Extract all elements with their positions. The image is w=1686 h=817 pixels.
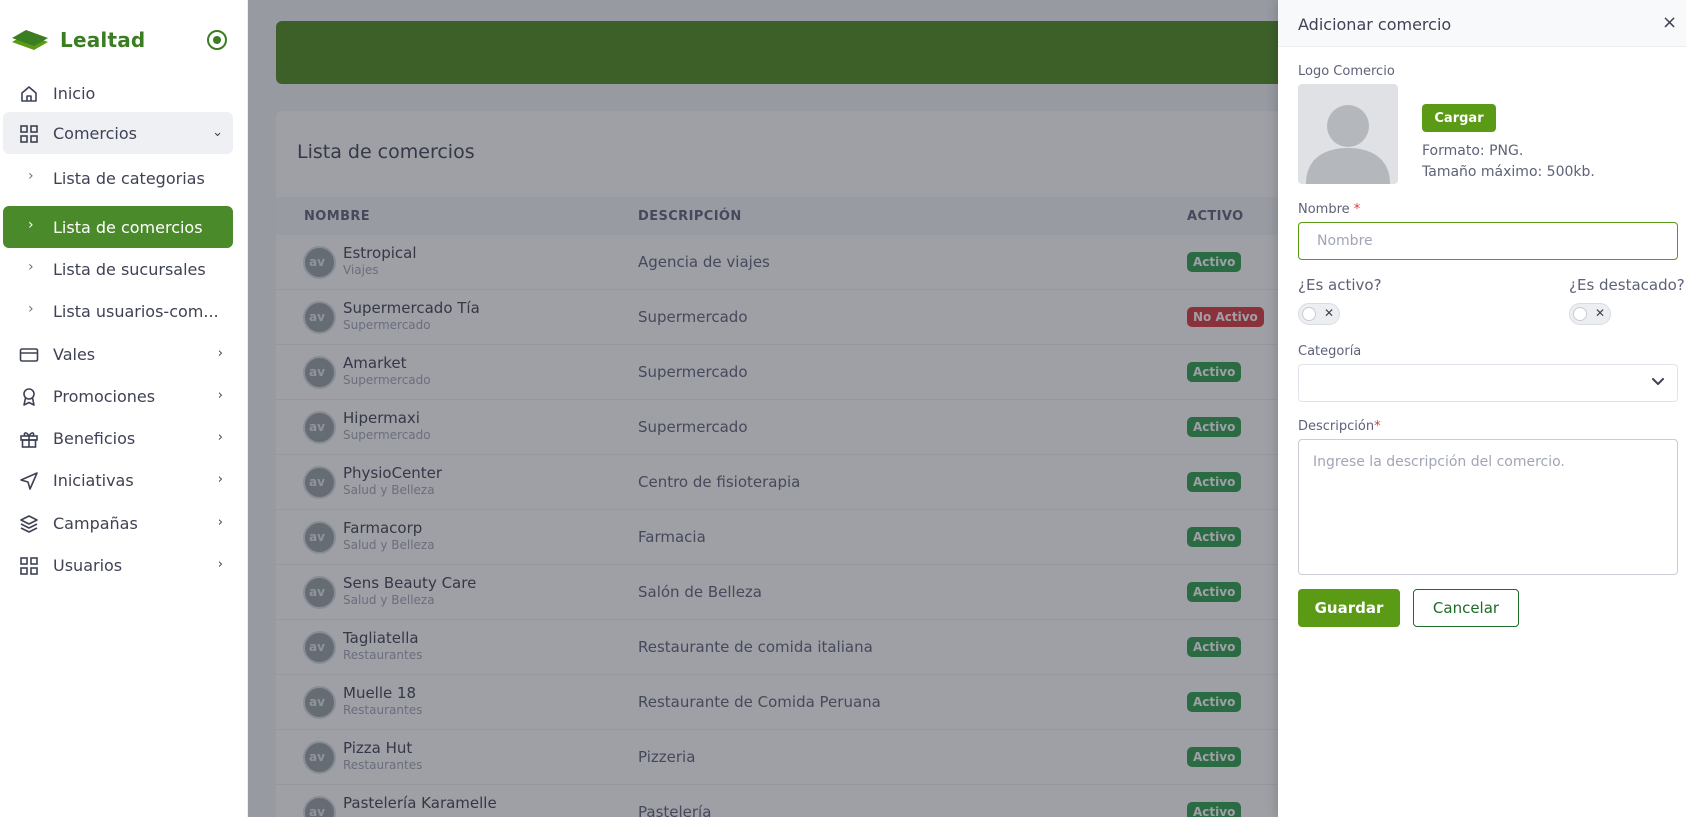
featured-label: ¿Es destacado? [1569, 276, 1685, 294]
sidebar-item-vales[interactable]: Vales › [3, 333, 233, 375]
sidebar-item-promociones[interactable]: Promociones › [3, 375, 233, 417]
chevron-down-icon [1652, 378, 1664, 385]
brand-name: Lealtad [60, 28, 146, 52]
cancel-button[interactable]: Cancelar [1413, 589, 1519, 627]
avatar-placeholder-icon [1306, 105, 1390, 184]
size-hint: Tamaño máximo: 500kb. [1422, 164, 1595, 180]
featured-toggle[interactable]: ✕ [1569, 303, 1611, 325]
drawer-header: Adicionar comercio × [1278, 0, 1686, 47]
sidebar-item-label: Promociones [53, 387, 156, 406]
description-label-text: Descripción [1298, 419, 1375, 434]
gift-icon [20, 432, 38, 448]
chevron-right-icon: › [28, 217, 34, 233]
toggle-knob [1573, 307, 1587, 321]
close-icon: ✕ [1595, 306, 1606, 320]
sidebar-subitem-categorias[interactable]: › Lista de categorias [3, 157, 233, 199]
add-commerce-drawer: Adicionar comercio × Logo Comercio Carga… [1278, 0, 1686, 817]
name-label: Nombre * [1298, 202, 1360, 217]
sidebar-item-label: Beneficios [53, 429, 136, 448]
sidebar-item-inicio[interactable]: Inicio [3, 72, 233, 114]
close-icon: ✕ [1324, 306, 1335, 320]
grid-icon [20, 557, 38, 575]
drawer-title: Adicionar comercio [1298, 15, 1452, 34]
sidebar-item-beneficios[interactable]: Beneficios › [3, 417, 233, 459]
sidebar-item-label: Comercios [53, 124, 137, 143]
sidebar: Lealtad Inicio Comercios ⌄ › Lista de ca… [0, 0, 248, 817]
upload-logo-button[interactable]: Cargar [1422, 104, 1496, 132]
category-select[interactable] [1298, 364, 1678, 402]
close-icon[interactable]: × [1662, 14, 1677, 32]
sidebar-toggle-icon[interactable] [207, 30, 227, 50]
chevron-right-icon: › [28, 259, 34, 275]
sidebar-item-label: Iniciativas [53, 471, 134, 490]
logo-preview [1298, 84, 1398, 184]
chevron-right-icon: › [217, 515, 223, 530]
sidebar-item-iniciativas[interactable]: Iniciativas › [3, 459, 233, 501]
award-icon [23, 388, 35, 406]
sidebar-subitem-sucursales[interactable]: › Lista de sucursales [3, 248, 233, 290]
chevron-right-icon: › [28, 301, 34, 317]
sidebar-item-label: Usuarios [53, 556, 123, 575]
toggle-knob [1302, 307, 1316, 321]
chevron-right-icon: › [217, 472, 223, 487]
chevron-right-icon: › [28, 168, 34, 184]
grid-icon [20, 125, 38, 143]
layers-icon [20, 515, 38, 533]
sidebar-subitem-usuarios-comercio[interactable]: › Lista usuarios-com... [3, 290, 233, 332]
sidebar-item-label: Vales [53, 345, 96, 364]
sidebar-item-label: Campañas [53, 514, 138, 533]
category-label: Categoría [1298, 344, 1362, 359]
sidebar-item-campanas[interactable]: Campañas › [3, 502, 233, 544]
sidebar-item-usuarios[interactable]: Usuarios › [3, 544, 233, 586]
save-button[interactable]: Guardar [1298, 589, 1400, 627]
sidebar-subitem-label: Lista usuarios-com... [53, 302, 219, 321]
home-icon [21, 86, 37, 102]
required-mark: * [1353, 202, 1361, 217]
chevron-down-icon: ⌄ [212, 125, 223, 140]
name-label-text: Nombre [1298, 202, 1350, 217]
active-toggle[interactable]: ✕ [1298, 303, 1340, 325]
chevron-right-icon: › [217, 346, 223, 361]
chevron-right-icon: › [217, 430, 223, 445]
chevron-right-icon: › [217, 557, 223, 572]
brand[interactable]: Lealtad [12, 26, 145, 54]
sidebar-subitem-comercios[interactable]: › Lista de comercios [3, 206, 233, 248]
format-hint: Formato: PNG. [1422, 143, 1524, 159]
sidebar-subitem-label: Lista de categorias [53, 169, 205, 188]
description-textarea[interactable] [1298, 439, 1678, 575]
name-input[interactable] [1298, 222, 1678, 260]
description-label: Descripción* [1298, 419, 1381, 434]
send-icon [20, 472, 38, 490]
chevron-right-icon: › [217, 388, 223, 403]
sidebar-item-label: Inicio [53, 84, 96, 103]
active-label: ¿Es activo? [1298, 276, 1382, 294]
sidebar-item-comercios[interactable]: Comercios ⌄ [3, 112, 233, 154]
logo-label: Logo Comercio [1298, 64, 1395, 79]
card-icon [19, 348, 39, 362]
sidebar-subitem-label: Lista de comercios [53, 218, 203, 237]
sidebar-subitem-label: Lista de sucursales [53, 260, 206, 279]
brand-logo-icon [12, 30, 48, 50]
required-mark: * [1374, 419, 1381, 434]
